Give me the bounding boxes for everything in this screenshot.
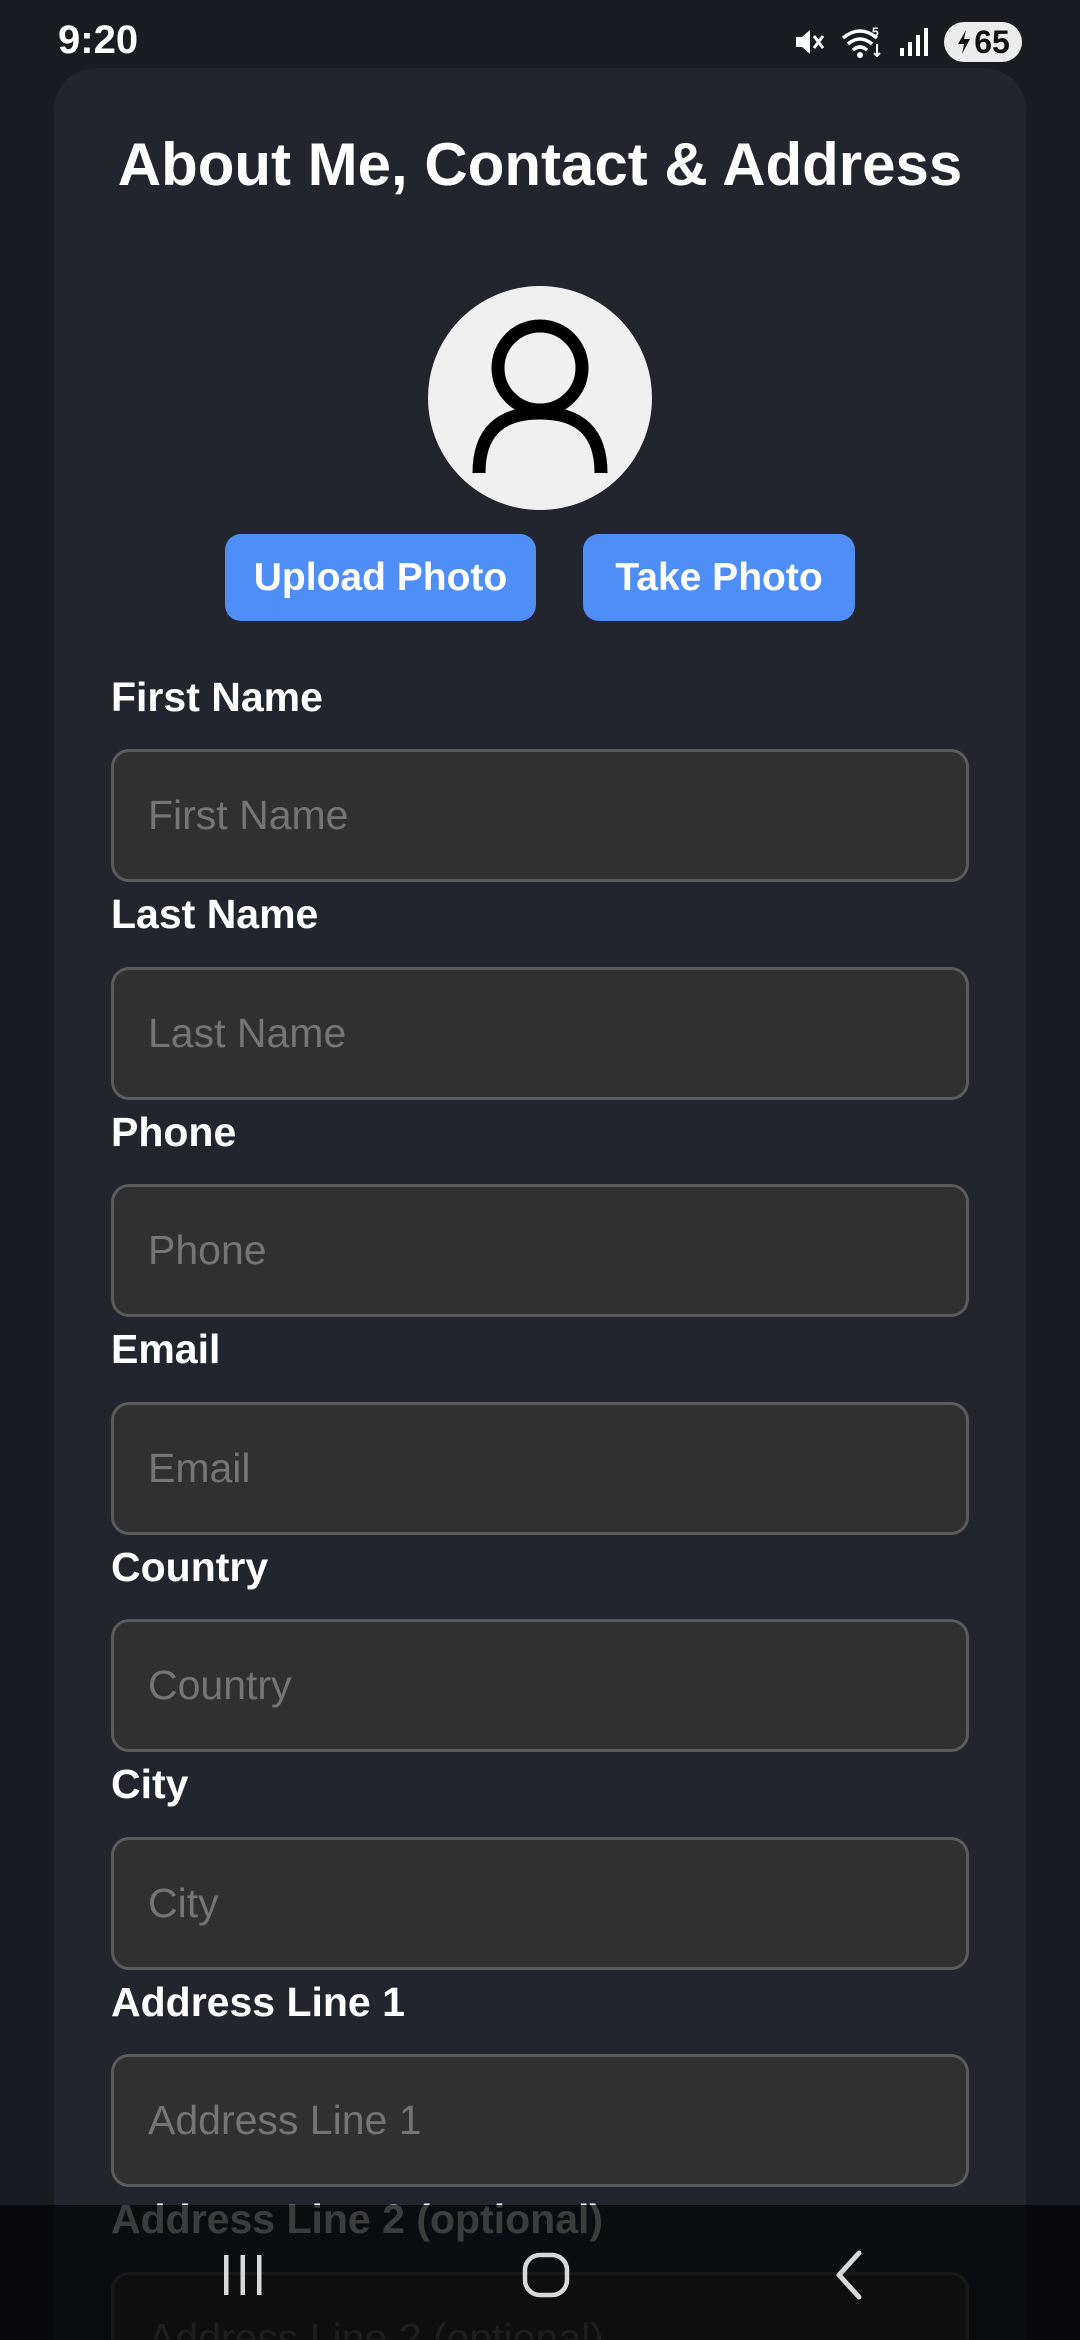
back-icon: [836, 2250, 862, 2300]
address-line-1-label: Address Line 1: [111, 1979, 405, 2025]
back-button[interactable]: [809, 2235, 889, 2315]
page-title: About Me, Contact & Address: [117, 131, 963, 198]
battery-level: 65: [974, 23, 1010, 60]
status-bar: 9:20 5 65: [0, 0, 1080, 68]
phone-label: Phone: [111, 1109, 237, 1155]
home-button[interactable]: [506, 2235, 586, 2315]
screen: 9:20 5 65 About Me, Contact & Address Up…: [0, 0, 1080, 2340]
user-icon: [472, 319, 608, 474]
city-input[interactable]: [111, 1837, 969, 1970]
upload-photo-button[interactable]: Upload Photo: [225, 534, 536, 621]
email-label: Email: [111, 1326, 221, 1372]
country-label: Country: [111, 1544, 269, 1590]
status-time: 9:20: [58, 18, 139, 62]
home-icon: [522, 2252, 570, 2298]
email-input[interactable]: [111, 1402, 969, 1535]
svg-text:5: 5: [872, 25, 879, 39]
last-name-label: Last Name: [111, 891, 319, 937]
recent-apps-icon: [224, 2255, 262, 2295]
avatar[interactable]: [428, 286, 652, 510]
navigation-bar: [0, 2205, 1080, 2340]
first-name-input[interactable]: [111, 749, 969, 882]
mute-icon: [792, 25, 826, 59]
battery-charging-icon: 65: [944, 22, 1022, 62]
address-line-1-input[interactable]: [111, 2054, 969, 2187]
last-name-input[interactable]: [111, 967, 969, 1100]
city-label: City: [111, 1761, 189, 1807]
take-photo-button[interactable]: Take Photo: [583, 534, 855, 621]
recent-apps-button[interactable]: [203, 2235, 283, 2315]
signal-icon: [898, 26, 930, 58]
country-input[interactable]: [111, 1619, 969, 1752]
status-icons: 5 65: [792, 20, 1022, 64]
phone-input[interactable]: [111, 1184, 969, 1317]
wifi-icon: 5: [840, 24, 884, 60]
first-name-label: First Name: [111, 674, 323, 720]
